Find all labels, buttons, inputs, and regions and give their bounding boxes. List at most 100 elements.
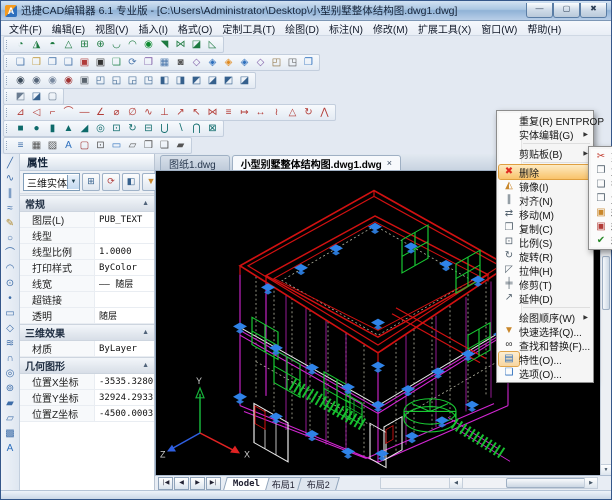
dim-radius-icon[interactable]: ⌀: [109, 106, 124, 119]
scroll-left-icon[interactable]: ◀: [449, 478, 463, 488]
section-geometry[interactable]: 几何图形 ▲: [20, 357, 154, 374]
context-menu-item[interactable]: ∞ 查找和替换(F)...: [499, 338, 591, 352]
purge-icon[interactable]: ◇: [189, 56, 204, 69]
dim-continue-icon[interactable]: ↦: [237, 106, 252, 119]
menu-item[interactable]: 帮助(H): [522, 21, 566, 36]
surface-torus-icon[interactable]: ◉: [141, 38, 156, 51]
property-value[interactable]: 32924.2933: [95, 390, 154, 405]
menu-item[interactable]: 格式(O): [173, 21, 217, 36]
solid-sphere-icon[interactable]: ●: [29, 122, 44, 135]
eye-off-icon[interactable]: ◉: [61, 74, 76, 87]
point-icon[interactable]: •: [2, 291, 18, 306]
line-icon[interactable]: ╱: [2, 156, 18, 171]
document-tab[interactable]: 图纸1.dwg: [160, 155, 230, 170]
submenu-item[interactable]: ▣ 粘贴(P): [591, 205, 612, 219]
property-value[interactable]: ByColor: [95, 260, 154, 275]
submenu-item[interactable]: ▣ 粘贴为块(K): [591, 219, 612, 233]
menu-item[interactable]: 修改(M): [368, 21, 413, 36]
spline-icon[interactable]: ≈: [2, 201, 18, 216]
dim-mleader-icon[interactable]: ↖: [189, 106, 204, 119]
render-icon[interactable]: ◩: [13, 90, 28, 103]
dim-break-icon[interactable]: ≀: [269, 106, 284, 119]
wipeout-icon[interactable]: ▰: [173, 139, 188, 152]
context-menu-item[interactable]: ✖ 删除: [499, 165, 591, 179]
circle-icon[interactable]: ○: [2, 231, 18, 246]
surface-dome-icon[interactable]: ◓: [45, 38, 60, 51]
view-right-icon[interactable]: ◳: [141, 74, 156, 87]
dim-aligned-icon[interactable]: ◁: [29, 106, 44, 119]
view-top-icon[interactable]: ◰: [93, 74, 108, 87]
dim-tolerance-icon[interactable]: ⋈: [205, 106, 220, 119]
submenu-item[interactable]: ✔ 粘贴到原坐标(D): [591, 233, 612, 247]
section-general[interactable]: 常规 ▲: [20, 195, 154, 212]
eye-layer-icon[interactable]: ◉: [29, 74, 44, 87]
layout-tab[interactable]: Model: [223, 477, 270, 490]
view-ne-iso-icon[interactable]: ◩: [221, 74, 236, 87]
document-tab[interactable]: 小型别墅整体结构图.dwg1.dwg ×: [232, 155, 401, 170]
arc-icon[interactable]: ⌒: [2, 246, 18, 261]
polyline-icon[interactable]: ∿: [2, 171, 18, 186]
sheet-nav-button[interactable]: ◀: [174, 477, 189, 490]
plot-preview-icon[interactable]: ▣: [93, 56, 108, 69]
dim-linear-icon[interactable]: ⊿: [13, 106, 28, 119]
menu-item[interactable]: 绘图(D): [280, 21, 324, 36]
compare-icon[interactable]: ❐: [141, 56, 156, 69]
array-icon[interactable]: ▦: [29, 139, 44, 152]
dim-baseline-icon[interactable]: ≡: [221, 106, 236, 119]
screenshot-icon[interactable]: ◙: [173, 56, 188, 69]
surface-mesh-icon[interactable]: ⊞: [77, 38, 92, 51]
collapse-icon[interactable]: ▲: [142, 362, 149, 369]
view-back-icon[interactable]: ◨: [173, 74, 188, 87]
menu-item[interactable]: 窗口(W): [476, 21, 522, 36]
surface-sphere-icon[interactable]: ◔: [13, 38, 28, 51]
region-draw-icon[interactable]: ⊚: [2, 381, 18, 396]
camera-icon[interactable]: ▣: [77, 74, 92, 87]
submenu-item[interactable]: ❐ 复制(C): [591, 163, 612, 177]
close-tab-icon[interactable]: ×: [387, 158, 392, 168]
object-type-select[interactable]: 三维实体 ▼: [23, 173, 80, 191]
dim-arc-icon[interactable]: ⌒: [61, 106, 76, 119]
open-file-icon[interactable]: ❒: [29, 56, 44, 69]
subtract-icon[interactable]: ∖: [173, 122, 188, 135]
context-menu-item[interactable]: ∥ 对齐(N): [499, 193, 591, 207]
surface-geosphere-icon[interactable]: ⊕: [93, 38, 108, 51]
context-menu-item[interactable]: ⊡ 比例(S): [499, 235, 591, 249]
solid-fill-icon[interactable]: ▰: [2, 396, 18, 411]
menu-item[interactable]: 视图(V): [90, 21, 133, 36]
dim-ordinate-icon[interactable]: ⊥: [157, 106, 172, 119]
dim-update-icon[interactable]: ↻: [301, 106, 316, 119]
text-icon[interactable]: A: [2, 441, 18, 456]
property-value[interactable]: -3535.3280: [95, 374, 154, 389]
vertical-scroll-thumb[interactable]: [602, 256, 610, 310]
solid-cylinder-icon[interactable]: ▮: [45, 122, 60, 135]
view-front-icon[interactable]: ◧: [157, 74, 172, 87]
view-sw-iso-icon[interactable]: ◩: [189, 74, 204, 87]
audit-icon[interactable]: ◈: [205, 56, 220, 69]
context-menu-item[interactable]: 实体编辑(G) ▶: [499, 127, 591, 141]
menu-item[interactable]: 插入(I): [133, 21, 172, 36]
rectangle-icon[interactable]: ▭: [2, 306, 18, 321]
sheet-nav-button[interactable]: ∣◀: [158, 477, 173, 490]
surface-bowl-icon[interactable]: ◠: [125, 38, 140, 51]
save-file-icon[interactable]: ❐: [45, 56, 60, 69]
refresh-selection-icon[interactable]: ⟳: [102, 173, 120, 191]
horizontal-scroll-thumb[interactable]: [506, 478, 593, 488]
chevron-down-icon[interactable]: ▼: [67, 175, 79, 189]
minimize-button[interactable]: —: [526, 3, 553, 18]
context-menu-item[interactable]: ↗ 延伸(D): [499, 291, 591, 305]
region-icon[interactable]: ▱: [125, 139, 140, 152]
solid-wedge-icon[interactable]: ◢: [77, 122, 92, 135]
context-menu-item[interactable]: ⇄ 移动(M): [499, 207, 591, 221]
surface-dish-icon[interactable]: ◡: [109, 38, 124, 51]
refresh-icon[interactable]: ⟳: [125, 56, 140, 69]
dim-jog-icon[interactable]: ∿: [141, 106, 156, 119]
save-as-icon[interactable]: ❑: [61, 56, 76, 69]
polygon-icon[interactable]: ◇: [2, 321, 18, 336]
shade-icon[interactable]: ◪: [29, 90, 44, 103]
menu-item[interactable]: 文件(F): [4, 21, 47, 36]
boundary-icon[interactable]: ▭: [109, 139, 124, 152]
collapse-icon[interactable]: ▲: [142, 329, 149, 336]
hatch-edit-icon[interactable]: ▨: [45, 139, 60, 152]
sheet-nav-button[interactable]: ▶: [190, 477, 205, 490]
menu-item[interactable]: 定制工具(T): [217, 21, 280, 36]
